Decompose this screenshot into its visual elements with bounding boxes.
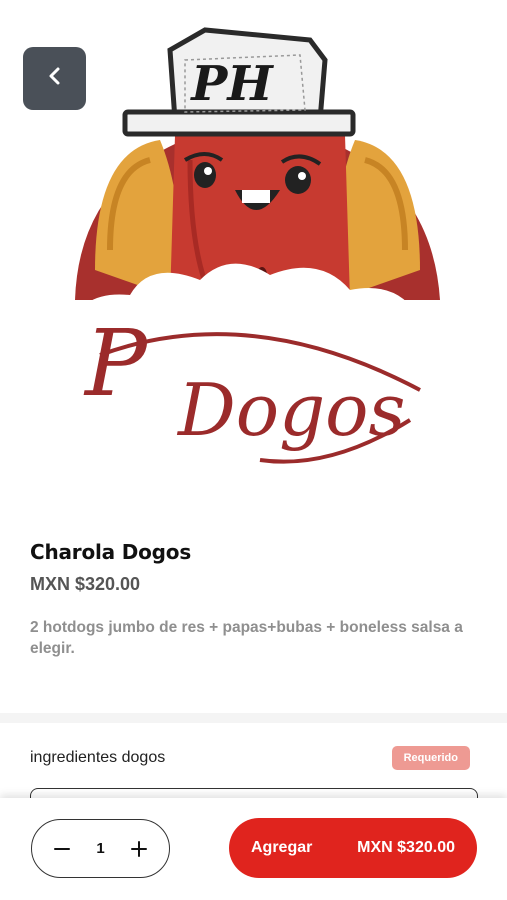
product-description: 2 hotdogs jumbo de res + papas+bubas + b…: [30, 619, 463, 657]
option-group-label: ingredientes dogos: [30, 749, 166, 766]
svg-text:PH: PH: [189, 56, 274, 112]
increment-button[interactable]: [125, 835, 153, 863]
quantity-value: 1: [96, 840, 105, 857]
decrement-button[interactable]: [48, 835, 76, 863]
add-button-price: MXN $320.00: [357, 839, 455, 856]
back-button[interactable]: [23, 47, 86, 110]
quantity-stepper: 1: [31, 819, 170, 878]
add-to-cart-button[interactable]: Agregar MXN $320.00: [229, 818, 477, 878]
minus-icon: [54, 847, 70, 850]
svg-text:P: P: [83, 310, 149, 417]
option-group-header: ingredientes dogos Requerido: [30, 746, 470, 770]
product-price: MXN $320.00: [30, 574, 141, 594]
chevron-left-icon: [44, 65, 66, 92]
product-info: Charola Dogos MXN $320.00 2 hotdogs jumb…: [30, 540, 480, 659]
add-button-label: Agregar: [251, 839, 313, 856]
section-divider: [0, 713, 507, 723]
product-name: Charola Dogos: [30, 540, 192, 564]
plus-icon: [131, 840, 147, 857]
required-badge: Requerido: [391, 746, 470, 770]
bottom-action-bar: 1 Agregar MXN $320.00: [0, 798, 507, 900]
